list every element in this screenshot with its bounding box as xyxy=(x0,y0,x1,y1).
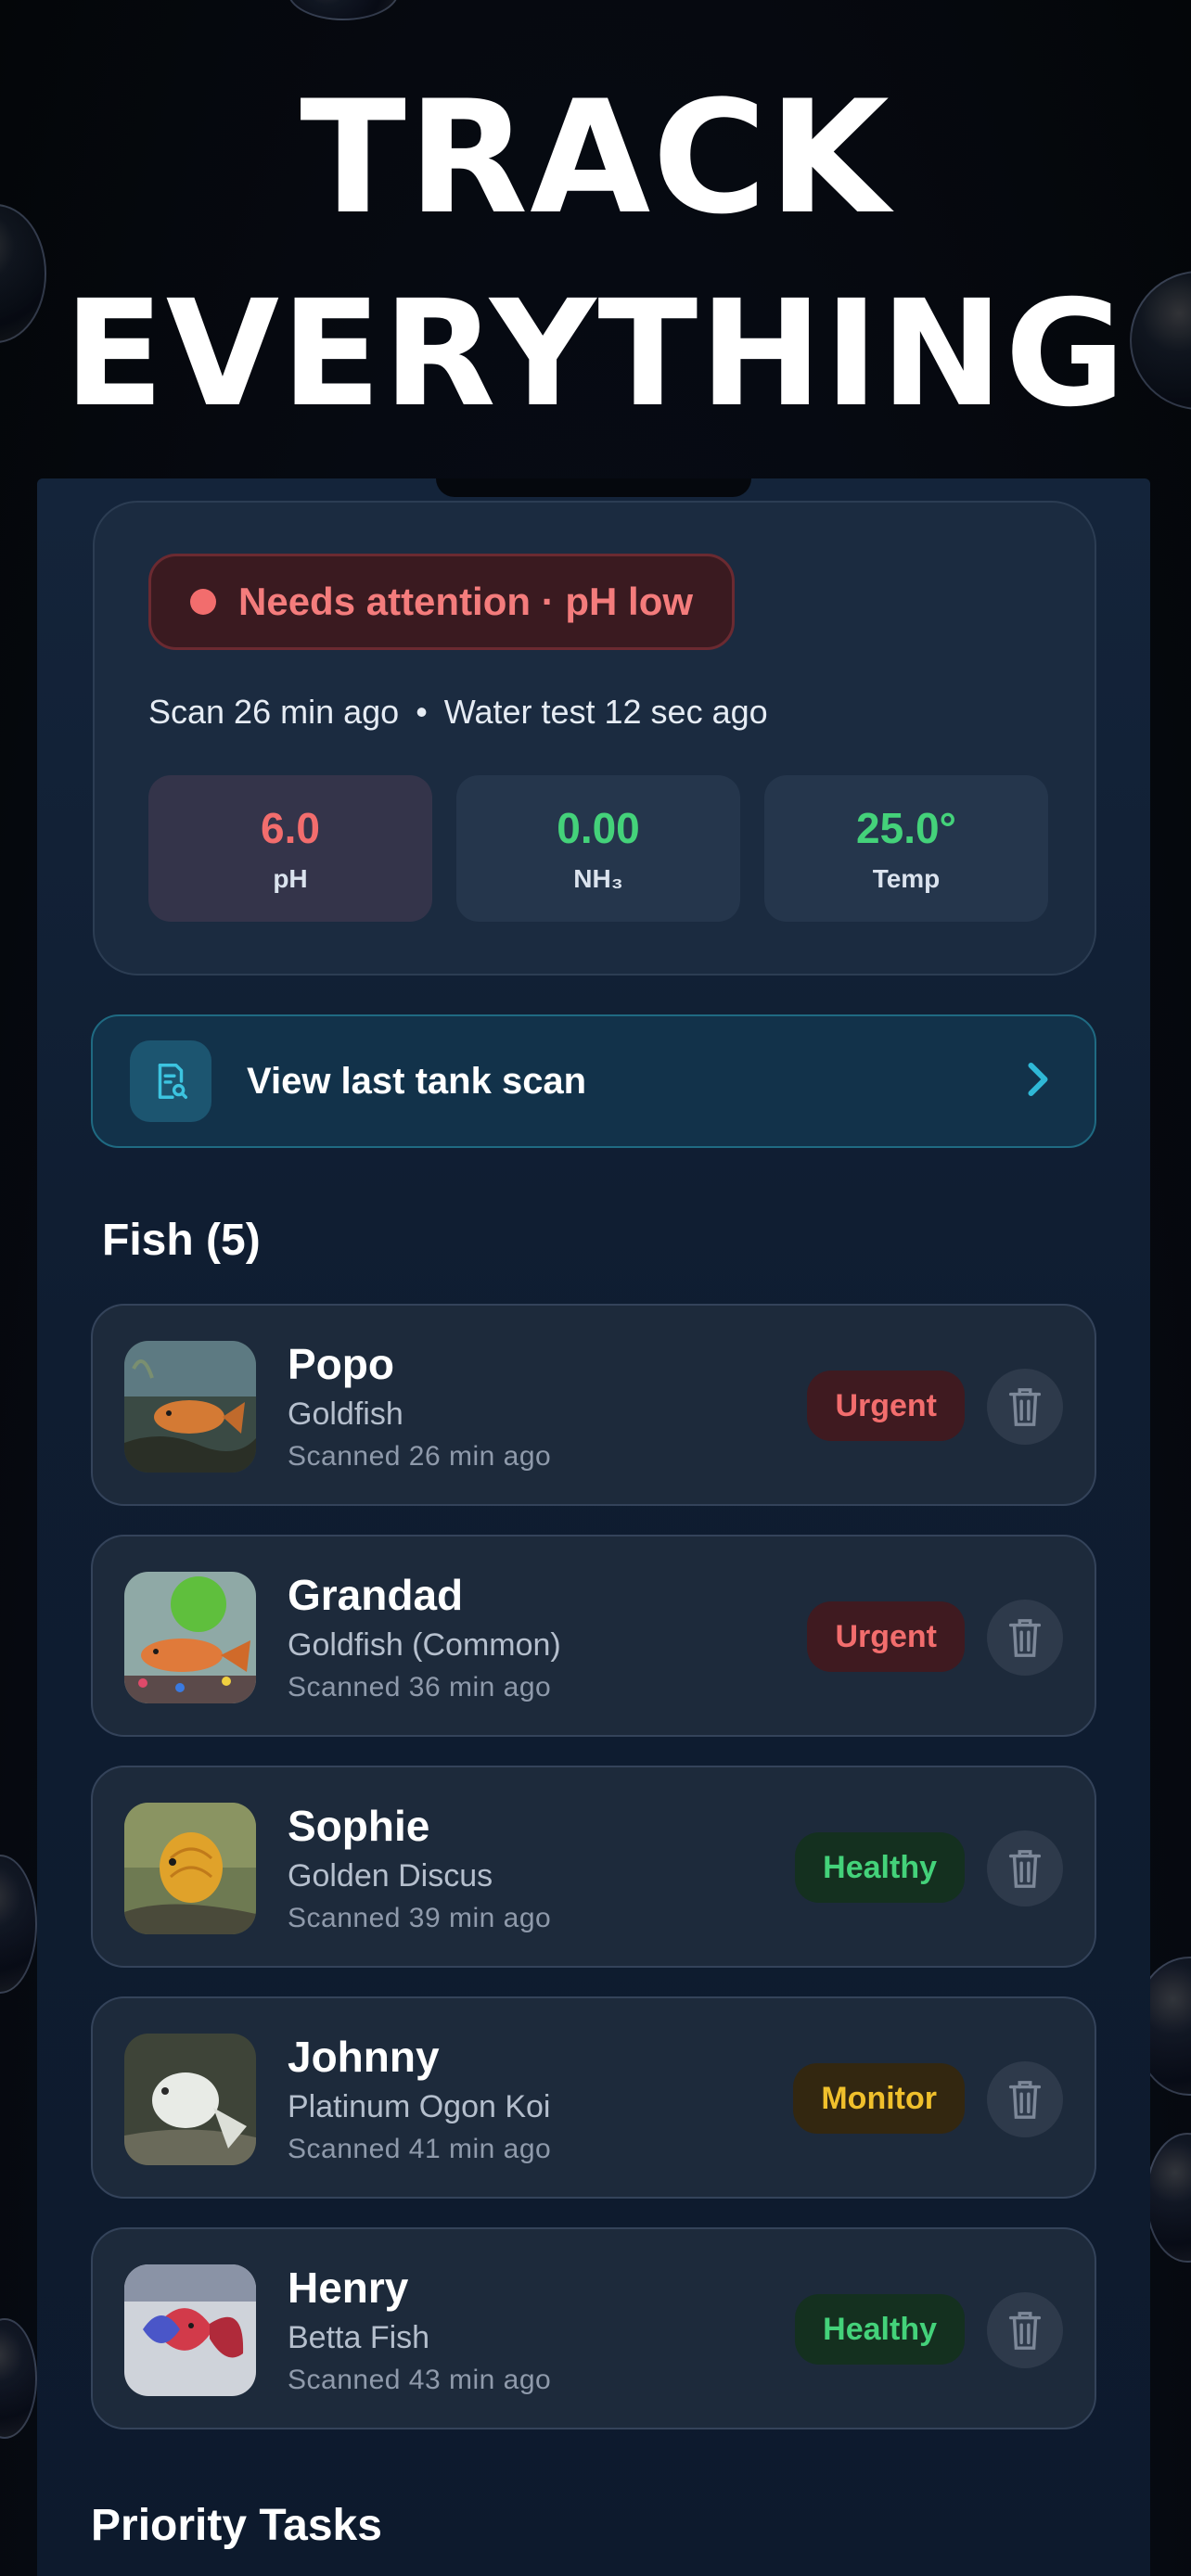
metric-ph: 6.0 pH xyxy=(148,775,432,922)
water-test-time: Water test 12 sec ago xyxy=(443,693,768,731)
bubble-decoration xyxy=(1146,2133,1191,2263)
metric-ammonia: 0.00 NH₃ xyxy=(456,775,740,922)
fish-name: Grandad xyxy=(288,1571,464,1619)
fish-photo xyxy=(124,2264,256,2396)
fish-species: Goldfish xyxy=(288,1396,403,1432)
fish-species: Golden Discus xyxy=(288,1858,493,1894)
fish-section-title: Fish (5) xyxy=(102,1216,261,1265)
trash-icon xyxy=(1008,1619,1042,1657)
trash-icon xyxy=(1008,1850,1042,1888)
delete-button[interactable] xyxy=(987,1600,1063,1676)
attention-text: Needs attention · pH low xyxy=(238,580,694,623)
fish-card[interactable]: Henry Betta Fish Scanned 43 min ago Heal… xyxy=(91,2227,1096,2429)
metric-value: 6.0 xyxy=(261,804,320,852)
metric-label: NH₃ xyxy=(573,864,623,893)
headline-line-2: EVERYTHING xyxy=(63,269,1128,440)
tank-status-card: Needs attention · pH low Scan 26 min ago… xyxy=(93,501,1096,976)
fish-species: Goldfish (Common) xyxy=(288,1627,561,1663)
attention-badge: Needs attention · pH low xyxy=(148,554,736,650)
fish-species: Betta Fish xyxy=(288,2320,430,2355)
bubble-decoration xyxy=(288,0,399,20)
delete-button[interactable] xyxy=(987,1369,1063,1445)
view-last-scan-label: View last tank scan xyxy=(247,1060,587,1102)
fish-scan-time: Scanned 36 min ago xyxy=(288,1672,552,1702)
chevron-right-icon xyxy=(1024,1061,1052,1103)
fish-name: Johnny xyxy=(288,2033,440,2081)
fish-photo xyxy=(124,1341,256,1473)
trash-icon xyxy=(1008,2081,1042,2119)
trash-icon xyxy=(1008,2312,1042,2350)
bubble-decoration xyxy=(0,2318,37,2439)
delete-button[interactable] xyxy=(987,2061,1063,2137)
metric-label: pH xyxy=(273,864,308,893)
document-search-icon xyxy=(130,1040,211,1122)
fish-photo xyxy=(124,1803,256,1934)
water-metrics: 6.0 pH 0.00 NH₃ 25.0° Temp xyxy=(148,775,1048,922)
fish-scan-time: Scanned 41 min ago xyxy=(288,2134,552,2164)
view-last-scan-button[interactable]: View last tank scan xyxy=(91,1014,1096,1148)
fish-photo xyxy=(124,2034,256,2165)
fish-photo xyxy=(124,1572,256,1703)
fish-card[interactable]: Grandad Goldfish (Common) Scanned 36 min… xyxy=(91,1535,1096,1737)
metric-value: 25.0° xyxy=(856,804,956,852)
fish-card[interactable]: Sophie Golden Discus Scanned 39 min ago … xyxy=(91,1766,1096,1968)
alert-dot-icon xyxy=(190,589,216,615)
fish-scan-time: Scanned 26 min ago xyxy=(288,1441,552,1472)
status-badge: Healthy xyxy=(795,1832,965,1903)
separator-dot: • xyxy=(416,693,428,731)
fish-name: Sophie xyxy=(288,1802,430,1850)
fish-scan-time: Scanned 43 min ago xyxy=(288,2365,552,2395)
fish-species: Platinum Ogon Koi xyxy=(288,2089,551,2124)
fish-name: Henry xyxy=(288,2264,409,2312)
scan-time: Scan 26 min ago xyxy=(148,693,400,731)
status-badge: Monitor xyxy=(793,2063,965,2134)
metric-label: Temp xyxy=(872,864,941,893)
fish-name: Popo xyxy=(288,1340,394,1388)
promo-screen: TRACK EVERYTHING Needs attention · pH lo… xyxy=(0,0,1191,2576)
fish-card[interactable]: Johnny Platinum Ogon Koi Scanned 41 min … xyxy=(91,1996,1096,2199)
status-badge: Urgent xyxy=(807,1601,965,1672)
status-badge: Healthy xyxy=(795,2294,965,2365)
trash-icon xyxy=(1008,1388,1042,1426)
priority-tasks-title: Priority Tasks xyxy=(91,2501,382,2550)
scan-info: Scan 26 min ago • Water test 12 sec ago xyxy=(148,693,768,732)
headline-line-1: TRACK xyxy=(300,67,891,249)
bubble-decoration xyxy=(0,1855,37,1994)
metric-temp: 25.0° Temp xyxy=(764,775,1048,922)
fish-card[interactable]: Popo Goldfish Scanned 26 min ago Urgent xyxy=(91,1304,1096,1506)
metric-value: 0.00 xyxy=(557,804,640,852)
status-badge: Urgent xyxy=(807,1371,965,1441)
fish-scan-time: Scanned 39 min ago xyxy=(288,1903,552,1933)
delete-button[interactable] xyxy=(987,1830,1063,1906)
phone-notch xyxy=(436,478,751,497)
delete-button[interactable] xyxy=(987,2292,1063,2368)
